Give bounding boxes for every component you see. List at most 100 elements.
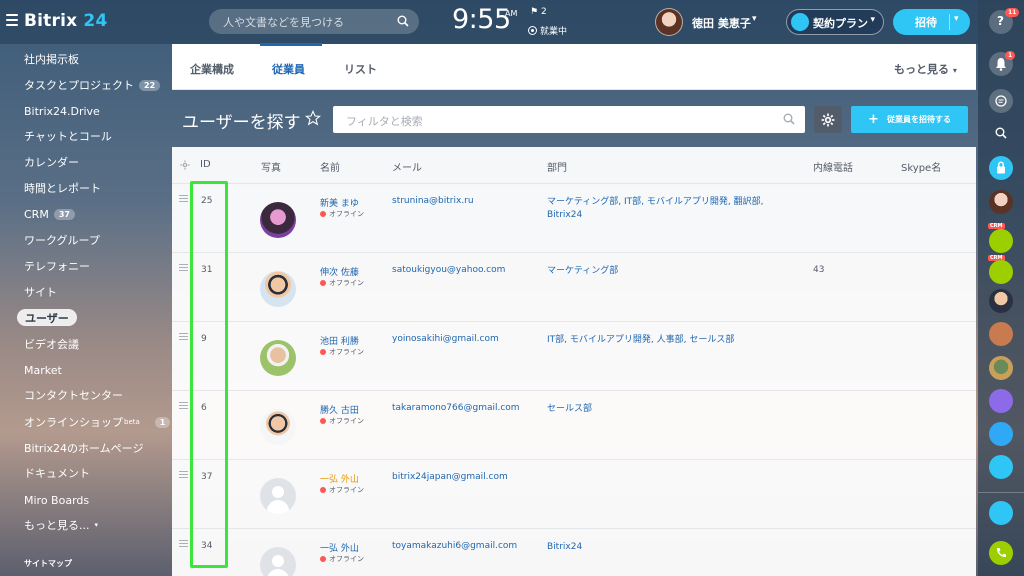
global-search-input[interactable]: 人や文書などを見つける — [209, 9, 419, 34]
chat-list-icon[interactable] — [989, 89, 1013, 113]
table-row[interactable]: 34 一弘 外山 オフライン toyamakazuhi6@gmail.com B… — [172, 529, 976, 576]
settings-button[interactable] — [814, 106, 842, 133]
sidebar-item-sites[interactable]: サイト — [24, 282, 57, 302]
user-photo-placeholder[interactable] — [260, 478, 296, 514]
user-name-link[interactable]: 池田 利勝 — [320, 334, 359, 347]
user-email-link[interactable]: yoinosakihi@gmail.com — [392, 334, 499, 344]
crm-chat-icon[interactable] — [989, 260, 1013, 284]
user-email-link[interactable]: bitrix24japan@gmail.com — [392, 472, 508, 482]
user-department[interactable]: Bitrix24 — [547, 541, 787, 554]
group-chat-icon[interactable] — [989, 455, 1013, 479]
column-header-photo[interactable]: 写真 — [261, 159, 281, 174]
user-department[interactable]: IT部, モバイルアプリ開発, 人事部, セールス部 — [547, 334, 787, 347]
table-row[interactable]: 6 勝久 古田 オフライン takaramono766@gmail.com セー… — [172, 391, 976, 460]
tab-more[interactable]: もっと見る ▾ — [894, 61, 957, 77]
user-name-link[interactable]: 伸次 佐藤 — [320, 265, 359, 278]
table-row[interactable]: 9 池田 利勝 オフライン yoinosakihi@gmail.com IT部,… — [172, 322, 976, 391]
search-icon[interactable] — [995, 127, 1007, 139]
column-header-department[interactable]: 部門 — [547, 159, 567, 174]
logo[interactable]: Bitrix 24 — [24, 11, 107, 31]
table-row[interactable]: 37 一弘 外山 オフライン bitrix24japan@gmail.com — [172, 460, 976, 529]
tab-company-structure[interactable]: 企業構成 — [190, 61, 234, 77]
user-name-link[interactable]: 一弘 外山 — [320, 472, 359, 485]
column-header-email[interactable]: メール — [392, 159, 422, 174]
user-photo[interactable] — [260, 202, 296, 238]
user-avatar[interactable] — [655, 8, 683, 36]
user-photo[interactable] — [260, 271, 296, 307]
sidebar-item-time-reports[interactable]: 時間とレポート — [24, 178, 101, 198]
video-camera-icon[interactable] — [989, 422, 1013, 446]
drag-handle-icon[interactable] — [179, 471, 188, 480]
lock-icon[interactable] — [989, 156, 1013, 180]
invite-employees-button[interactable]: + 従業員を招待する — [851, 106, 968, 133]
menu-burger-icon[interactable] — [6, 14, 18, 26]
table-row[interactable]: 25 新美 まゆ オフライン strunina@bitrix.ru マーケティン… — [172, 184, 976, 253]
tab-employees[interactable]: 従業員 — [272, 61, 305, 77]
crm-chat-icon[interactable] — [989, 229, 1013, 253]
sitemap-link[interactable]: サイトマップ — [24, 558, 72, 569]
sidebar-item-market[interactable]: Market — [24, 360, 62, 380]
rocket-icon — [791, 13, 809, 31]
sidebar-item-video-conference[interactable]: ビデオ会議 — [24, 334, 79, 354]
user-photo-placeholder[interactable] — [260, 547, 296, 576]
sidebar-item-chat[interactable]: チャットとコール — [24, 126, 112, 146]
search-icon[interactable] — [397, 15, 409, 27]
drag-handle-icon[interactable] — [179, 333, 188, 342]
recent-chat-avatar[interactable] — [989, 289, 1013, 313]
column-settings-gear-icon[interactable] — [180, 160, 190, 170]
sidebar-item-users[interactable]: ユーザー — [17, 309, 77, 326]
user-name[interactable]: 徳田 美恵子 — [692, 15, 751, 31]
sidebar-item-tasks[interactable]: タスクとプロジェクト 22 — [24, 75, 161, 95]
filter-search-input[interactable]: フィルタと検索 — [333, 106, 805, 133]
tab-list[interactable]: リスト — [344, 61, 377, 77]
invite-button[interactable]: 招待 ▾ — [893, 9, 970, 35]
sidebar-item-online-shop[interactable]: オンラインショップ beta 1 — [24, 412, 171, 432]
upload-document-icon[interactable] — [989, 501, 1013, 525]
user-name-link[interactable]: 一弘 外山 — [320, 541, 359, 554]
user-email-link[interactable]: toyamakazuhi6@gmail.com — [392, 541, 517, 551]
work-status[interactable]: 就業中 — [528, 24, 567, 37]
user-email-link[interactable]: strunina@bitrix.ru — [392, 196, 474, 206]
chevron-down-icon[interactable]: ▾ — [752, 14, 757, 24]
column-header-name[interactable]: 名前 — [320, 159, 340, 174]
sidebar-item-crm[interactable]: CRM 37 — [24, 204, 75, 224]
sidebar-item-calendar[interactable]: カレンダー — [24, 152, 79, 172]
user-name-link[interactable]: 新美 まゆ — [320, 196, 359, 209]
user-department[interactable]: マーケティング部 — [547, 265, 787, 278]
sidebar-item-contact-center[interactable]: コンタクトセンター — [24, 385, 123, 405]
drag-handle-icon[interactable] — [179, 540, 188, 549]
sidebar-item-documents[interactable]: ドキュメント — [24, 463, 90, 483]
drag-handle-icon[interactable] — [179, 264, 188, 273]
table-row[interactable]: 31 伸次 佐藤 オフライン satoukigyou@yahoo.com マーケ… — [172, 253, 976, 322]
user-photo[interactable] — [260, 409, 296, 445]
user-name-link[interactable]: 勝久 古田 — [320, 403, 359, 416]
recent-chat-avatar[interactable] — [989, 356, 1013, 380]
phone-icon[interactable] — [989, 541, 1013, 565]
sidebar-item-miro[interactable]: Miro Boards — [24, 490, 89, 510]
column-header-skype[interactable]: Skype名 — [901, 159, 941, 174]
sidebar-item-feed[interactable]: 社内掲示板 — [24, 49, 79, 69]
chevron-down-icon[interactable]: ▾ — [954, 14, 959, 24]
drag-handle-icon[interactable] — [179, 195, 188, 204]
sidebar-item-telephony[interactable]: テレフォニー — [24, 256, 90, 276]
user-photo[interactable] — [260, 340, 296, 376]
drag-handle-icon[interactable] — [179, 402, 188, 411]
recent-chat-avatar[interactable] — [989, 190, 1013, 214]
plan-button[interactable]: 契約プラン ▾ — [786, 9, 884, 35]
user-department[interactable]: マーケティング部, IT部, モバイルアプリ開発, 翻訳部, Bitrix24 — [547, 196, 787, 222]
column-header-id[interactable]: ID — [200, 159, 211, 170]
user-email-link[interactable]: takaramono766@gmail.com — [392, 403, 520, 413]
column-header-phone[interactable]: 内線電話 — [813, 159, 853, 174]
video-camera-icon[interactable] — [989, 389, 1013, 413]
user-department[interactable]: セールス部 — [547, 403, 787, 416]
sidebar-item-workgroups[interactable]: ワークグループ — [24, 230, 100, 250]
video-camera-icon[interactable] — [989, 322, 1013, 346]
flag-counter[interactable]: ⚑ 2 — [530, 7, 547, 17]
clock-time[interactable]: 9:55 — [452, 4, 511, 35]
sidebar-item-homepage[interactable]: Bitrix24のホームページ — [24, 438, 143, 458]
star-icon[interactable] — [305, 110, 321, 126]
sidebar-item-more[interactable]: もっと見る... ▾ — [24, 515, 98, 535]
user-email-link[interactable]: satoukigyou@yahoo.com — [392, 265, 505, 275]
search-icon[interactable] — [783, 113, 795, 125]
sidebar-item-drive[interactable]: Bitrix24.Drive — [24, 101, 100, 121]
